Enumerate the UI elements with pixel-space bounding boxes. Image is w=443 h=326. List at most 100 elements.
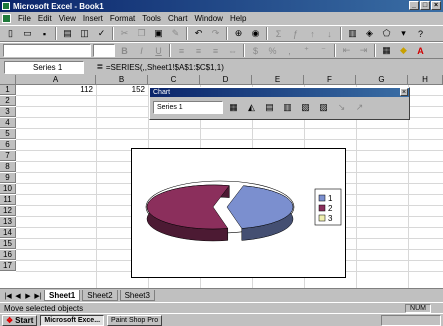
align-right-icon[interactable]: ≡ <box>208 44 223 58</box>
font-size-select[interactable] <box>93 44 115 57</box>
underline-icon[interactable]: U <box>151 44 166 58</box>
chart-area[interactable]: 123 <box>131 148 346 278</box>
angle-text-down-icon[interactable]: ↘ <box>334 100 349 114</box>
format-painter-icon[interactable]: ✎ <box>168 27 183 41</box>
window-titlebar[interactable]: Microsoft Excel - Book1 _ □ × <box>0 0 443 12</box>
by-row-icon[interactable]: ▧ <box>298 100 313 114</box>
row-header[interactable]: 15 <box>0 239 16 249</box>
menu-edit[interactable]: Edit <box>38 14 52 23</box>
currency-icon[interactable]: $ <box>248 44 263 58</box>
formula-input[interactable]: =SERIES(,,Sheet1!$A$1:$C$1,1) <box>106 63 224 72</box>
save-icon[interactable]: ▪ <box>37 27 52 41</box>
row-header[interactable]: 3 <box>0 107 16 117</box>
cell-b1[interactable]: 152 <box>96 85 148 95</box>
redo-icon[interactable]: ↷ <box>208 27 223 41</box>
function-icon[interactable]: ƒ <box>288 27 303 41</box>
menu-chart[interactable]: Chart <box>168 14 188 23</box>
paste-icon[interactable]: ▣ <box>151 27 166 41</box>
chart-objects-select[interactable]: Series 1 <box>153 100 223 114</box>
column-header-e[interactable]: E <box>252 75 304 85</box>
autosum-icon[interactable]: Σ <box>271 27 286 41</box>
row-header[interactable]: 8 <box>0 162 16 172</box>
first-sheet-icon[interactable]: |◀ <box>4 292 12 300</box>
sheet-tab-sheet1[interactable]: Sheet1 <box>44 290 81 301</box>
align-left-icon[interactable]: ≡ <box>174 44 189 58</box>
excel-app-icon[interactable] <box>2 2 10 10</box>
by-column-icon[interactable]: ▨ <box>316 100 331 114</box>
taskbar-item-excel[interactable]: Microsoft Exce... <box>40 314 105 326</box>
spelling-icon[interactable]: ✓ <box>94 27 109 41</box>
maximize-button[interactable]: □ <box>420 1 430 10</box>
row-header[interactable]: 13 <box>0 217 16 227</box>
column-header-c[interactable]: C <box>148 75 200 85</box>
comma-icon[interactable]: , <box>282 44 297 58</box>
row-header[interactable]: 16 <box>0 250 16 260</box>
prev-sheet-icon[interactable]: ◀ <box>14 292 22 300</box>
increase-indent-icon[interactable]: ⇥ <box>356 44 371 58</box>
menu-help[interactable]: Help <box>230 14 246 23</box>
column-header-g[interactable]: G <box>356 75 408 85</box>
menu-view[interactable]: View <box>59 14 76 23</box>
pie-slices[interactable] <box>146 184 294 242</box>
row-header[interactable]: 5 <box>0 129 16 139</box>
sheet-tab-sheet2[interactable]: Sheet2 <box>82 290 118 301</box>
minimize-button[interactable]: _ <box>409 1 419 10</box>
taskbar-item-paintshop[interactable]: Paint Shop Pro <box>107 314 163 326</box>
column-header-a[interactable]: A <box>16 75 96 85</box>
menu-tools[interactable]: Tools <box>142 14 161 23</box>
sort-ascending-icon[interactable]: ↑ <box>305 27 320 41</box>
menu-window[interactable]: Window <box>195 14 223 23</box>
print-icon[interactable]: ▤ <box>60 27 75 41</box>
row-header[interactable]: 6 <box>0 140 16 150</box>
decrease-decimal-icon[interactable]: ⁻ <box>316 44 331 58</box>
increase-decimal-icon[interactable]: ⁺ <box>299 44 314 58</box>
data-table-icon[interactable]: ▥ <box>280 100 295 114</box>
map-icon[interactable]: ◈ <box>362 27 377 41</box>
menu-file[interactable]: File <box>18 14 31 23</box>
percent-icon[interactable]: % <box>265 44 280 58</box>
new-file-icon[interactable]: ▯ <box>3 27 18 41</box>
row-header[interactable]: 1 <box>0 85 16 95</box>
align-center-icon[interactable]: ≡ <box>191 44 206 58</box>
copy-icon[interactable]: ❐ <box>134 27 149 41</box>
hyperlink-icon[interactable]: ⊕ <box>231 27 246 41</box>
undo-icon[interactable]: ↶ <box>191 27 206 41</box>
name-box[interactable]: Series 1 <box>4 60 84 74</box>
workbook-icon[interactable] <box>2 14 11 23</box>
bold-icon[interactable]: B <box>117 44 132 58</box>
cell-a1[interactable]: 112 <box>16 85 96 95</box>
column-header-d[interactable]: D <box>200 75 252 85</box>
chart-type-icon[interactable]: ◭ <box>244 100 259 114</box>
row-header[interactable]: 7 <box>0 151 16 161</box>
cut-icon[interactable]: ✂ <box>117 27 132 41</box>
start-button[interactable]: ❖ Start <box>2 314 38 326</box>
row-header[interactable]: 9 <box>0 173 16 183</box>
decrease-indent-icon[interactable]: ⇤ <box>339 44 354 58</box>
last-sheet-icon[interactable]: ▶| <box>34 292 42 300</box>
close-button[interactable]: × <box>431 1 441 10</box>
column-header-h[interactable]: H <box>408 75 443 85</box>
menu-format[interactable]: Format <box>110 14 135 23</box>
font-color-icon[interactable]: A <box>413 44 428 58</box>
font-name-select[interactable] <box>3 44 91 57</box>
fill-color-icon[interactable]: ◆ <box>396 44 411 58</box>
row-header[interactable]: 2 <box>0 96 16 106</box>
row-header[interactable]: 17 <box>0 261 16 271</box>
sort-descending-icon[interactable]: ↓ <box>322 27 337 41</box>
web-toolbar-icon[interactable]: ◉ <box>248 27 263 41</box>
select-all-corner[interactable] <box>0 75 16 85</box>
merge-center-icon[interactable]: ⇔ <box>225 44 240 58</box>
italic-icon[interactable]: I <box>134 44 149 58</box>
row-header[interactable]: 12 <box>0 206 16 216</box>
chart-wizard-icon[interactable]: ▥ <box>345 27 360 41</box>
angle-text-up-icon[interactable]: ↗ <box>352 100 367 114</box>
row-header[interactable]: 4 <box>0 118 16 128</box>
drawing-icon[interactable]: ⬠ <box>379 27 394 41</box>
chart-toolbar-close-button[interactable]: × <box>400 88 408 96</box>
zoom-icon[interactable]: ▾ <box>396 27 411 41</box>
row-header[interactable]: 11 <box>0 195 16 205</box>
next-sheet-icon[interactable]: ▶ <box>24 292 32 300</box>
sheet-tab-sheet3[interactable]: Sheet3 <box>119 290 155 301</box>
menu-insert[interactable]: Insert <box>83 14 103 23</box>
format-series-icon[interactable]: ▦ <box>226 100 241 114</box>
